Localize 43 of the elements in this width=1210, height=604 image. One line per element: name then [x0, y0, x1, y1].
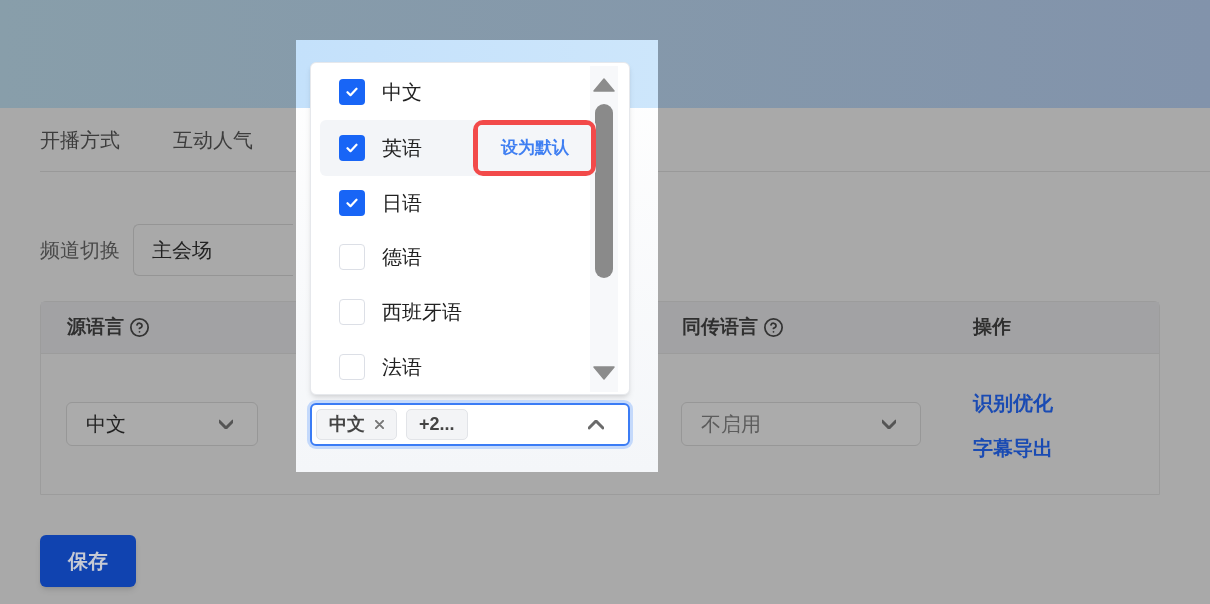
language-tag[interactable]: +2...: [406, 409, 468, 440]
scrollbar[interactable]: [590, 66, 618, 392]
column-header: 源语言: [67, 315, 124, 340]
option-label: 日语: [382, 190, 422, 216]
language-tag-input[interactable]: 中文 +2...: [310, 403, 630, 446]
chevron-down-icon: [882, 419, 896, 429]
check-icon: [346, 87, 358, 98]
checkbox[interactable]: [339, 244, 365, 271]
column-header: 操作: [973, 315, 1011, 340]
scroll-up-icon[interactable]: [593, 78, 615, 92]
option-label: 英语: [382, 135, 422, 161]
option-label: 西班牙语: [382, 300, 462, 326]
tab[interactable]: 开播方式: [40, 125, 120, 154]
action-link[interactable]: 识别优化: [973, 388, 1053, 417]
chevron-down-icon: [219, 419, 233, 429]
channel-select[interactable]: 主会场: [133, 224, 293, 276]
checkbox[interactable]: [339, 189, 365, 216]
option-label: 德语: [382, 245, 422, 271]
hovered-option[interactable]: 英语 设为默认: [320, 119, 596, 176]
interpretation-select[interactable]: 不启用: [681, 402, 921, 446]
checkbox[interactable]: [339, 134, 365, 161]
checkbox[interactable]: [339, 79, 365, 106]
set-default-button[interactable]: 设为默认: [478, 124, 591, 171]
column-header: 同传语言: [682, 315, 758, 340]
tab[interactable]: 互动人气: [173, 125, 253, 154]
check-icon: [346, 197, 358, 208]
scroll-thumb[interactable]: [595, 104, 613, 278]
save-button[interactable]: 保存: [40, 535, 136, 587]
tag-label: 中文: [329, 413, 365, 436]
tag-label: +2...: [419, 413, 455, 436]
select-value: 中文: [86, 412, 126, 437]
action-link[interactable]: 字幕导出: [973, 433, 1053, 462]
checkbox[interactable]: [339, 353, 365, 380]
option-label: 法语: [382, 354, 422, 380]
close-icon[interactable]: [375, 420, 384, 429]
source-language-select[interactable]: 中文: [66, 402, 258, 446]
checkbox[interactable]: [339, 299, 365, 326]
option-label: 中文: [382, 80, 422, 106]
language-tag[interactable]: 中文: [316, 409, 397, 440]
check-icon: [346, 142, 358, 153]
channel-label: 频道切换: [40, 238, 120, 263]
select-placeholder: 不启用: [701, 412, 761, 437]
scroll-down-icon[interactable]: [593, 366, 615, 380]
